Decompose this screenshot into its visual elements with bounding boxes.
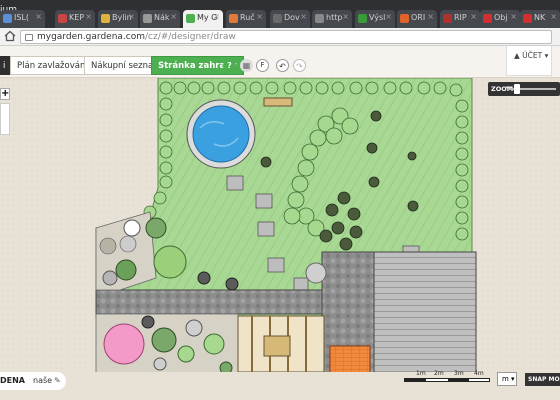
tab-label: ORI <box>411 13 426 22</box>
account-button[interactable]: ▲ ÚČET ▾ <box>506 46 552 76</box>
close-icon[interactable]: × <box>385 12 392 21</box>
tab-label: Obj <box>494 13 508 22</box>
tab-label: Dov <box>284 13 300 22</box>
zoom-control[interactable]: ZOOM − <box>488 82 560 96</box>
close-icon[interactable]: × <box>256 12 263 21</box>
tab-label: NK <box>534 13 546 22</box>
raised-bed[interactable] <box>237 315 325 372</box>
close-icon[interactable]: × <box>170 12 177 21</box>
redo-icon[interactable]: ↷ <box>293 59 306 72</box>
scale-tick: 3m <box>454 370 464 377</box>
close-icon[interactable]: × <box>213 12 220 21</box>
browser-tab[interactable]: Ruč × <box>226 10 266 28</box>
project-name[interactable]: naše <box>33 376 52 385</box>
close-icon[interactable]: × <box>510 12 517 21</box>
account-label: ÚČET <box>522 51 543 60</box>
project-bar[interactable]: DENA naše ✎ <box>0 372 66 390</box>
close-icon[interactable]: × <box>35 12 42 21</box>
garden-canvas[interactable] <box>0 78 560 372</box>
browser-tab[interactable]: RIP × <box>440 10 480 28</box>
left-panel[interactable] <box>0 103 10 135</box>
tab-favicon-icon <box>143 14 152 23</box>
window-controls[interactable] <box>520 0 560 10</box>
scale-tick: 1m <box>416 370 426 377</box>
home-icon[interactable] <box>4 30 16 42</box>
deck[interactable] <box>373 251 477 372</box>
tab-favicon-icon <box>3 14 12 23</box>
browser-tab[interactable]: ISL( × <box>0 10 45 28</box>
browser-tab[interactable]: My G × <box>183 10 223 28</box>
pond[interactable] <box>186 99 256 169</box>
url-field[interactable]: mygarden.gardena.com/cz/#/designer/draw <box>20 30 552 44</box>
app-header: i Plán zavlažování Nákupní seznam Stránk… <box>0 46 560 78</box>
nav-design[interactable]: i <box>0 56 10 75</box>
tab-favicon-icon <box>58 14 67 23</box>
tab-label: ISL( <box>14 13 30 22</box>
add-button[interactable]: + <box>0 88 10 100</box>
close-icon[interactable]: × <box>550 12 557 21</box>
snap-mode-button[interactable]: SNAP MODE <box>525 373 560 386</box>
garden-path[interactable] <box>95 289 323 315</box>
close-icon[interactable]: × <box>342 12 349 21</box>
undo-icon[interactable]: ↶ <box>276 59 289 72</box>
flag-icon[interactable]: F <box>256 59 269 72</box>
browser-tab[interactable]: ORI × <box>397 10 437 28</box>
browser-tab[interactable]: Obj × <box>480 10 520 28</box>
tab-favicon-icon <box>443 14 452 23</box>
browser-tab[interactable]: Dov × <box>270 10 310 28</box>
bench[interactable] <box>263 97 293 107</box>
unit-select[interactable]: m ▾ <box>497 372 517 386</box>
tab-favicon-icon <box>229 14 238 23</box>
scale-bar-graphic <box>404 378 490 382</box>
tab-favicon-icon <box>315 14 324 23</box>
scale-bar: 1m 2m 3m 4m <box>404 370 490 382</box>
tab-label: Výsl <box>369 13 386 22</box>
tab-favicon-icon <box>273 14 282 23</box>
barbecue[interactable] <box>329 345 371 372</box>
address-bar: mygarden.gardena.com/cz/#/designer/draw <box>0 28 560 46</box>
edit-icon[interactable]: ✎ <box>54 376 61 385</box>
scale-tick: 4m <box>474 370 484 377</box>
round-stone <box>305 262 327 284</box>
help-icon[interactable]: ? <box>223 59 236 72</box>
browser-tab[interactable]: KEP × <box>55 10 95 28</box>
tab-favicon-icon <box>400 14 409 23</box>
nav-irrigation-plan[interactable]: Plán zavlažování <box>10 56 95 75</box>
tab-label: Ruč <box>240 13 255 22</box>
tab-favicon-icon <box>483 14 492 23</box>
close-icon[interactable]: × <box>128 12 135 21</box>
browser-tab[interactable]: Výsl × <box>355 10 395 28</box>
brand-logo: DENA <box>0 372 26 390</box>
browser-titlebar: ium ISL(×KEP×Bylin×Nák×My G×Ruč×Dov×http… <box>0 0 560 28</box>
browser-tab[interactable]: Bylin × <box>98 10 138 28</box>
close-icon[interactable]: × <box>470 12 477 21</box>
chevron-down-icon: ▾ <box>544 51 549 60</box>
close-icon[interactable]: × <box>300 12 307 21</box>
close-icon[interactable]: × <box>427 12 434 21</box>
page-icon <box>25 34 33 41</box>
tab-label: KEP <box>69 13 85 22</box>
browser-tab[interactable]: NK × <box>520 10 560 28</box>
zoom-slider-handle[interactable] <box>514 84 520 94</box>
tab-favicon-icon <box>358 14 367 23</box>
tab-favicon-icon <box>523 14 532 23</box>
close-icon[interactable]: × <box>85 12 92 21</box>
url-path: /cz/#/designer/draw <box>145 32 236 42</box>
bottom-left-bed[interactable] <box>95 313 239 372</box>
browser-tab[interactable]: Nák × <box>140 10 180 28</box>
unit-value: m <box>502 375 509 383</box>
browser-tab[interactable]: http × <box>312 10 352 28</box>
scale-tick: 2m <box>434 370 444 377</box>
tab-label: http <box>326 13 343 22</box>
tab-favicon-icon <box>101 14 110 23</box>
tab-label: RIP <box>454 13 467 22</box>
tab-label: Nák <box>154 13 170 22</box>
tab-favicon-icon <box>186 14 195 23</box>
url-host: mygarden.gardena.com <box>37 32 145 42</box>
user-icon: ▲ <box>514 51 520 60</box>
grid-icon[interactable]: ▦ <box>240 59 253 72</box>
